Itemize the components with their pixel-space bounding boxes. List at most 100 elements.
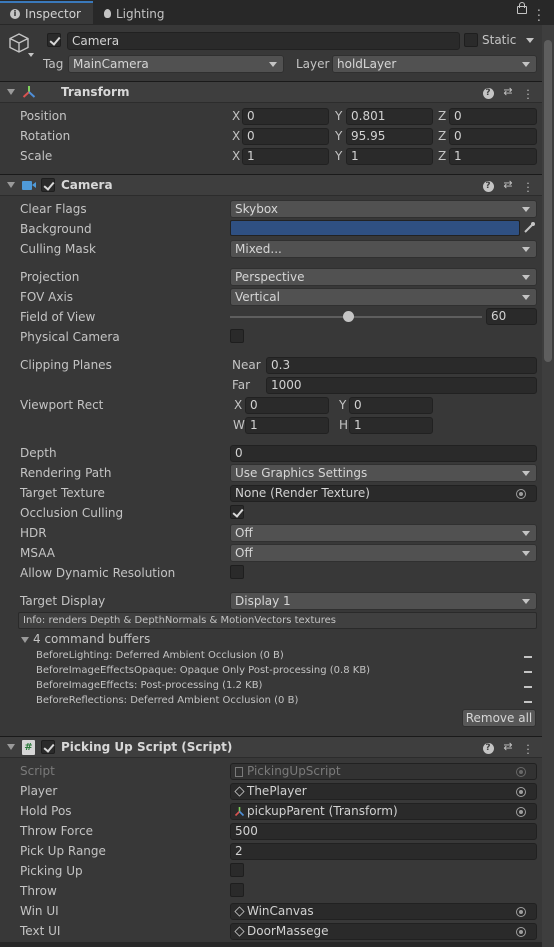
viewport-y-field[interactable]: 0 bbox=[349, 397, 433, 414]
icon-dropdown-arrow[interactable] bbox=[28, 53, 34, 57]
projection-label: Projection bbox=[20, 270, 80, 284]
gameobject-name-input[interactable]: Camera bbox=[67, 32, 460, 50]
object-picker-icon[interactable] bbox=[516, 489, 526, 499]
position-x-field[interactable]: 0 bbox=[242, 108, 329, 125]
hdr-dropdown[interactable]: Off bbox=[230, 524, 537, 542]
msaa-label: MSAA bbox=[20, 546, 55, 560]
culling-mask-dropdown[interactable]: Mixed... bbox=[230, 240, 537, 258]
tag-dropdown[interactable]: MainCamera bbox=[68, 55, 284, 73]
viewport-x-field[interactable]: 0 bbox=[245, 397, 329, 414]
dynamic-resolution-checkbox[interactable] bbox=[230, 565, 244, 579]
presets-icon[interactable]: ⇄ bbox=[502, 86, 514, 98]
kebab-menu-icon[interactable]: ... bbox=[522, 175, 534, 194]
transform-title: Transform bbox=[61, 85, 130, 99]
presets-icon[interactable]: ⇄ bbox=[502, 741, 514, 753]
tag-label: Tag bbox=[43, 57, 64, 71]
hold-pos-field[interactable]: pickupParent (Transform) bbox=[230, 803, 537, 820]
gameobject-active-checkbox[interactable] bbox=[47, 33, 61, 47]
camera-header[interactable]: Camera ? ⇄ ... bbox=[0, 174, 542, 196]
field-of-view-input[interactable]: 60 bbox=[486, 308, 537, 325]
tab-lighting[interactable]: Lighting bbox=[94, 2, 178, 25]
pick-up-range-field[interactable]: 2 bbox=[230, 843, 537, 860]
object-picker-icon[interactable] bbox=[516, 927, 526, 937]
tab-lighting-label: Lighting bbox=[116, 6, 165, 21]
remove-all-button[interactable]: Remove all bbox=[462, 709, 536, 727]
msaa-dropdown[interactable]: Off bbox=[230, 544, 537, 562]
tab-inspector[interactable]: i Inspector bbox=[0, 1, 93, 24]
object-picker-icon[interactable] bbox=[516, 787, 526, 797]
scrollbar-thumb[interactable] bbox=[544, 40, 552, 362]
remove-buffer-icon[interactable] bbox=[524, 656, 532, 658]
target-texture-field[interactable]: None (Render Texture) bbox=[230, 485, 537, 502]
foldout-arrow-icon[interactable] bbox=[7, 182, 15, 188]
gameobject-cube-icon[interactable] bbox=[8, 32, 30, 54]
eyedropper-icon[interactable] bbox=[521, 220, 537, 236]
background-color-field[interactable] bbox=[230, 220, 520, 236]
remove-buffer-icon[interactable] bbox=[524, 671, 532, 673]
culling-mask-label: Culling Mask bbox=[20, 242, 96, 256]
clear-flags-dropdown[interactable]: Skybox bbox=[230, 200, 537, 218]
position-y-field[interactable]: 0.801 bbox=[346, 108, 433, 125]
text-ui-field[interactable]: DoorMassege bbox=[230, 923, 537, 940]
object-picker-icon[interactable] bbox=[516, 807, 526, 817]
command-buffers-foldout-icon[interactable] bbox=[21, 637, 29, 643]
help-icon[interactable]: ? bbox=[482, 741, 494, 754]
culling-mask-value: Mixed... bbox=[235, 242, 282, 256]
axis-x-label: X bbox=[232, 149, 241, 163]
viewport-h-field[interactable]: 1 bbox=[349, 417, 433, 434]
position-z-field[interactable]: 0 bbox=[449, 108, 537, 125]
far-clip-field[interactable]: 1000 bbox=[266, 377, 537, 394]
fov-axis-dropdown[interactable]: Vertical bbox=[230, 288, 537, 306]
rotation-label: Rotation bbox=[20, 129, 71, 143]
near-clip-field[interactable]: 0.3 bbox=[266, 357, 537, 374]
target-display-dropdown[interactable]: Display 1 bbox=[230, 592, 537, 610]
kebab-menu-icon[interactable]: ... bbox=[522, 82, 534, 101]
fov-slider-track[interactable] bbox=[230, 316, 482, 318]
script-label: Script bbox=[20, 764, 55, 778]
remove-buffer-icon[interactable] bbox=[524, 701, 532, 703]
presets-icon[interactable]: ⇄ bbox=[502, 179, 514, 191]
projection-dropdown[interactable]: Perspective bbox=[230, 268, 537, 286]
rotation-x-field[interactable]: 0 bbox=[242, 128, 329, 145]
occlusion-culling-checkbox[interactable] bbox=[230, 505, 244, 519]
scale-z-field[interactable]: 1 bbox=[449, 148, 537, 165]
dynamic-resolution-label: Allow Dynamic Resolution bbox=[20, 566, 176, 580]
layer-dropdown[interactable]: holdLayer bbox=[332, 55, 537, 73]
object-picker-icon[interactable] bbox=[516, 907, 526, 917]
fov-slider-thumb[interactable] bbox=[343, 311, 355, 322]
physical-camera-checkbox[interactable] bbox=[230, 329, 244, 343]
msaa-value: Off bbox=[235, 546, 253, 560]
remove-buffer-icon[interactable] bbox=[524, 686, 532, 688]
chevron-down-icon bbox=[522, 275, 530, 280]
win-ui-field[interactable]: WinCanvas bbox=[230, 903, 537, 920]
foldout-arrow-icon[interactable] bbox=[7, 744, 15, 750]
foldout-arrow-icon[interactable] bbox=[7, 89, 15, 95]
kebab-menu-icon[interactable]: ... bbox=[522, 737, 534, 756]
command-buffer-item: BeforeImageEffects: Post-processing (1.2… bbox=[36, 680, 263, 691]
picking-up-checkbox[interactable] bbox=[230, 863, 244, 877]
rendering-path-dropdown[interactable]: Use Graphics Settings bbox=[230, 464, 537, 482]
player-field[interactable]: ThePlayer bbox=[230, 783, 537, 800]
rotation-z-field[interactable]: 0 bbox=[449, 128, 537, 145]
layer-label: Layer bbox=[296, 57, 330, 71]
depth-field[interactable]: 0 bbox=[230, 445, 537, 462]
scale-x-field[interactable]: 1 bbox=[242, 148, 329, 165]
static-checkbox[interactable] bbox=[464, 33, 478, 47]
kebab-menu-icon[interactable]: ... bbox=[537, 1, 541, 23]
gameobject-icon bbox=[234, 906, 245, 917]
near-label: Near bbox=[232, 358, 261, 372]
help-icon[interactable]: ? bbox=[482, 179, 494, 192]
transform-header[interactable]: Transform ? ⇄ ... bbox=[0, 81, 542, 103]
throw-checkbox[interactable] bbox=[230, 883, 244, 897]
script-header[interactable]: # Picking Up Script (Script) ? ⇄ ... bbox=[0, 736, 542, 758]
field-of-view-label: Field of View bbox=[20, 310, 96, 324]
static-dropdown-arrow[interactable] bbox=[526, 38, 534, 43]
viewport-w-field[interactable]: 1 bbox=[245, 417, 329, 434]
script-enabled-checkbox[interactable] bbox=[41, 740, 55, 754]
help-icon[interactable]: ? bbox=[482, 86, 494, 99]
throw-force-field[interactable]: 500 bbox=[230, 823, 537, 840]
rotation-y-field[interactable]: 95.95 bbox=[346, 128, 433, 145]
scale-y-field[interactable]: 1 bbox=[346, 148, 433, 165]
camera-enabled-checkbox[interactable] bbox=[41, 178, 55, 192]
pick-up-range-label: Pick Up Range bbox=[20, 844, 106, 858]
